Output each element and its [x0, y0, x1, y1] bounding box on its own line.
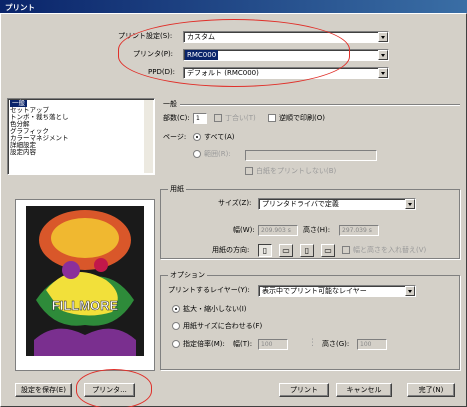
paper-size-value: プリンタドライバで定義 [262, 200, 339, 208]
paper-height-input[interactable]: 297.039 s [339, 225, 379, 236]
paper-height-label: 高さ(H): [303, 226, 331, 234]
layers-select[interactable]: 表示中でプリント可能なレイヤー [258, 285, 416, 297]
print-setting-value: カスタム [187, 33, 215, 41]
layers-value: 表示中でプリント可能なレイヤー [262, 287, 367, 295]
chevron-down-icon[interactable] [378, 68, 388, 78]
category-item[interactable]: 設定内容 [10, 149, 36, 156]
paper-height-value: 297.039 s [342, 227, 372, 234]
scale-height-input[interactable]: 100 [357, 339, 387, 350]
chevron-down-icon[interactable] [378, 32, 388, 42]
ppd-select[interactable]: デフォルト (RMC000) [183, 67, 389, 79]
custom-scale-radio[interactable] [172, 340, 180, 348]
printer-value: RMC000 [185, 50, 219, 60]
copies-label: 部数(C): [163, 114, 190, 122]
pages-range-label: 範囲(R): [204, 150, 231, 158]
scale-width-label: 幅(T): [233, 340, 253, 348]
preview-headline: FILLMORE [52, 298, 119, 313]
print-button[interactable]: プリント [279, 383, 329, 397]
scale-height-value: 100 [360, 341, 372, 348]
skip-blank-label: 白紙をプリントしない(B) [256, 167, 337, 175]
paper-width-input[interactable]: 209.903 s [258, 225, 298, 236]
paper-width-label: 幅(W): [233, 226, 255, 234]
fit-to-paper-radio[interactable] [172, 322, 180, 330]
portrait-icon[interactable]: ▯ [258, 244, 272, 257]
save-settings-button[interactable]: 設定を保存(E) [15, 383, 72, 397]
printer-select[interactable]: RMC000 [183, 49, 389, 61]
window-title: プリント [5, 3, 35, 12]
copies-input[interactable]: 1 [193, 113, 207, 124]
list-scrollbar[interactable] [144, 100, 153, 173]
no-scale-radio[interactable] [172, 305, 180, 313]
custom-scale-label: 指定倍率(M): [183, 340, 225, 348]
pages-range-input[interactable] [245, 150, 377, 161]
swap-dimensions-label: 幅と高さを入れ替え(V) [353, 246, 427, 254]
orientation-label: 用紙の方向: [212, 246, 250, 254]
pages-label: ページ: [163, 133, 187, 141]
cancel-button[interactable]: キャンセル [336, 383, 392, 397]
print-preview: FILLMORE [15, 199, 155, 371]
skip-blank-checkbox[interactable] [245, 167, 253, 175]
chevron-down-icon[interactable] [378, 50, 388, 60]
done-button[interactable]: 完了(N) [407, 383, 455, 397]
reverse-order-checkbox[interactable] [268, 114, 276, 122]
reverse-portrait-icon[interactable]: ▯ [300, 244, 314, 257]
scale-height-label: 高さ(G): [322, 340, 350, 348]
no-scale-label: 拡大・縮小しない(I) [183, 305, 247, 313]
ppd-value: デフォルト (RMC000) [187, 69, 259, 77]
collate-checkbox[interactable] [214, 114, 222, 122]
pages-all-radio[interactable] [193, 133, 201, 141]
print-setting-select[interactable]: カスタム [183, 31, 389, 43]
pages-range-radio[interactable] [193, 150, 201, 158]
chevron-down-icon[interactable] [405, 199, 415, 209]
preview-artwork: FILLMORE [26, 206, 144, 364]
paper-size-select[interactable]: プリンタドライバで定義 [258, 198, 416, 210]
printer-label: プリンタ(P): [133, 50, 174, 58]
general-divider [180, 104, 460, 105]
scale-width-value: 100 [261, 341, 273, 348]
options-group-title: オプション [168, 271, 207, 280]
fit-to-paper-label: 用紙サイズに合わせる(F) [183, 322, 263, 330]
chevron-down-icon[interactable] [405, 286, 415, 296]
category-list[interactable]: 一般 セットアップ トンボ・裁ち落とし 色分解 グラフィック カラーマネジメント… [7, 98, 155, 175]
layers-label: プリントするレイヤー(Y): [168, 286, 250, 294]
reverse-landscape-icon[interactable]: ▭ [321, 244, 335, 257]
window-title-bar: プリント [0, 0, 467, 13]
link-icon[interactable]: ⋮ [308, 338, 317, 349]
copies-value: 1 [196, 115, 200, 122]
paper-size-label: サイズ(Z): [218, 199, 252, 207]
landscape-icon[interactable]: ▭ [279, 244, 293, 257]
collate-label: 丁合い(T) [225, 114, 256, 122]
paper-group-title: 用紙 [168, 185, 186, 194]
general-section-title: 一般 [163, 100, 177, 108]
print-setting-label: プリント設定(S): [118, 32, 173, 40]
reverse-order-label: 逆順で印刷(O) [279, 114, 325, 122]
swap-dimensions-checkbox[interactable] [342, 246, 350, 254]
printer-button[interactable]: プリンタ... [84, 383, 135, 397]
paper-width-value: 209.903 s [261, 227, 291, 234]
pages-all-label: すべて(A) [204, 133, 235, 141]
ppd-label: PPD(D): [148, 68, 176, 76]
scale-width-input[interactable]: 100 [258, 339, 288, 350]
